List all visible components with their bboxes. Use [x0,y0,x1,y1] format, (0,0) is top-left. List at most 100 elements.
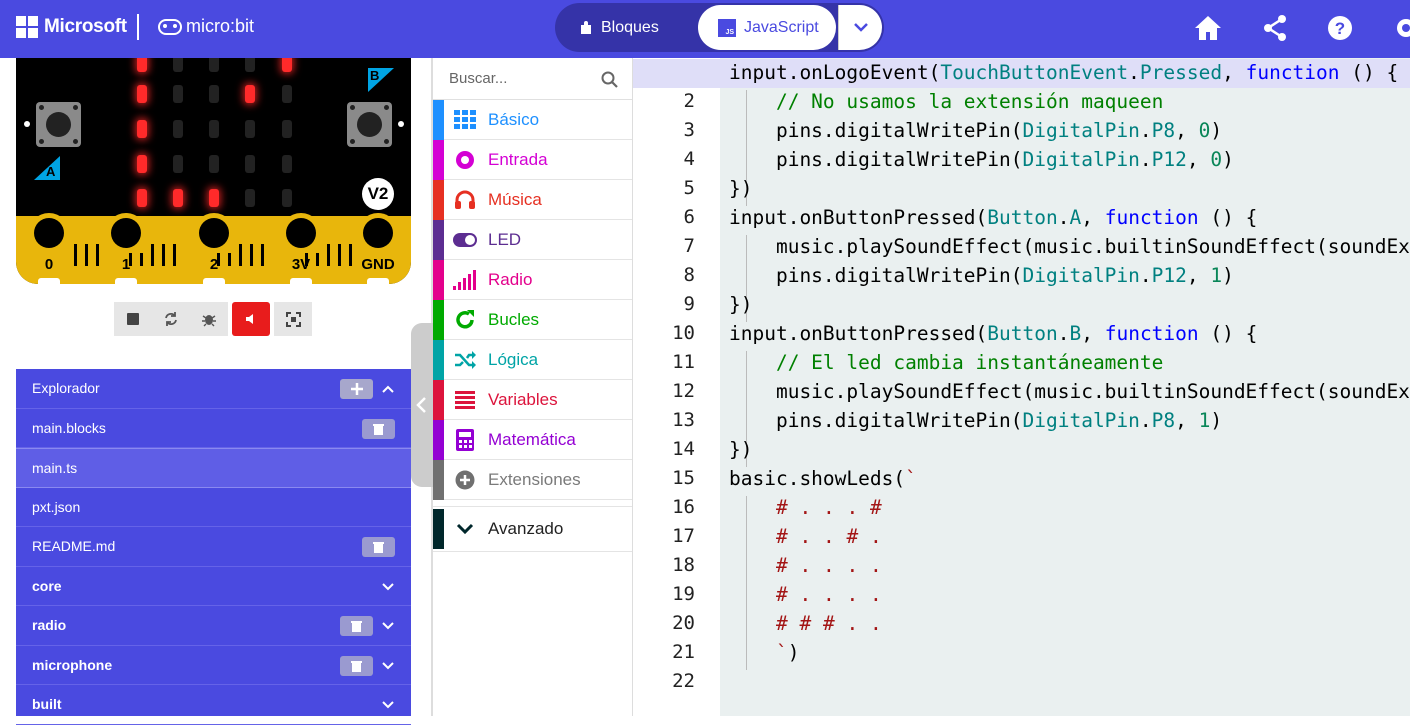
package-microphone[interactable]: microphone [16,646,411,685]
edge-strip [173,244,176,266]
share-button[interactable] [1259,12,1291,44]
puzzle-icon [581,20,591,34]
file-pxt-json[interactable]: pxt.json [16,488,411,527]
category-entrada[interactable]: Entrada [433,139,632,180]
code-line[interactable]: music.playSoundEffect(music.builtinSound… [729,235,1410,258]
code-line[interactable]: pins.digitalWritePin(DigitalPin.P12, 0) [729,148,1234,171]
edge-strip [327,244,330,266]
code-line[interactable]: }) [729,438,752,461]
button-a[interactable] [36,102,81,147]
explorer-header[interactable]: Explorador [16,369,411,409]
edge-strip [338,244,341,266]
microbit-logo[interactable]: micro:bit [158,16,254,37]
microsoft-logo[interactable]: Microsoft [16,16,127,38]
gear-icon [1397,19,1410,37]
add-file-button[interactable] [340,379,373,399]
pin-gnd[interactable] [357,213,399,253]
code-line[interactable]: # . . # . [729,525,882,548]
code-line[interactable]: `) [729,641,800,664]
code-line[interactable]: pins.digitalWritePin(DigitalPin.P8, 1) [729,409,1222,432]
category-led[interactable]: LED [433,219,632,260]
category-label: Variables [488,389,558,409]
code-line[interactable]: input.onButtonPressed(Button.B, function… [729,322,1257,345]
toolbox-search-input[interactable]: Buscar... [433,58,632,100]
simulator-toolbar [114,302,312,336]
category-radio[interactable]: Radio [433,259,632,300]
fullscreen-button[interactable] [274,302,312,336]
version-badge: V2 [362,178,394,210]
explorer-title: Explorador [32,380,100,397]
code-line[interactable]: # # # . . [729,612,882,635]
line-number: 3 [683,119,695,141]
line-number: 14 [672,438,695,460]
code-line[interactable]: # . . . # [729,496,882,519]
microbit-simulator[interactable]: A B V2 0 1 2 3V GND [16,58,411,284]
expand-package-button[interactable] [380,658,396,674]
code-line[interactable]: }) [729,293,752,316]
line-number: 11 [672,351,695,373]
code-line[interactable]: # . . . . [729,583,882,606]
file-main-blocks[interactable]: main.blocks [16,409,411,448]
delete-file-button[interactable] [362,418,395,439]
pin-1[interactable] [105,213,147,253]
bug-icon [202,315,216,327]
code-line[interactable]: // No usamos la extensión maqueen [729,90,1163,113]
help-button[interactable]: ? [1324,12,1356,44]
category-lógica[interactable]: Lógica [433,339,632,380]
code-line[interactable]: # . . . . [729,554,882,577]
button-b[interactable] [347,102,392,147]
led-on [245,85,255,103]
home-button[interactable] [1192,12,1224,44]
remove-package-button[interactable] [340,655,373,676]
file-main-ts[interactable]: main.ts [16,448,411,488]
debug-button[interactable] [190,302,228,336]
mute-button[interactable] [232,302,270,336]
expand-package-button[interactable] [380,618,396,634]
category-matemática[interactable]: Matemática [433,419,632,460]
category-variables[interactable]: Variables [433,379,632,420]
code-editor[interactable]: 12345678910111213141516171819202122 inpu… [633,58,1410,716]
pin-3v[interactable] [280,213,322,253]
pin-0[interactable] [28,213,70,253]
category-básico[interactable]: Básico [433,99,632,140]
expand-package-button[interactable] [380,579,396,595]
code-line[interactable]: pins.digitalWritePin(DigitalPin.P12, 1) [729,264,1234,287]
category-música[interactable]: Música [433,179,632,220]
microsoft-grid-icon [16,16,38,38]
led-on [137,155,147,173]
package-core[interactable]: core [16,567,411,606]
delete-file-button[interactable] [362,537,395,557]
file-readme[interactable]: README.md [16,527,411,567]
code-line[interactable]: // El led cambia instantáneamente [729,351,1163,374]
led-on [282,58,292,72]
collapse-explorer-button[interactable] [380,381,396,397]
package-radio[interactable]: radio [16,606,411,646]
pin-2[interactable] [193,213,235,253]
share-icon [1264,15,1286,41]
line-number: 8 [683,264,695,286]
remove-package-button[interactable] [340,616,373,636]
package-built[interactable]: built [16,685,411,725]
category-extensiones[interactable]: Extensiones [433,459,632,500]
settings-button[interactable] [1390,12,1410,44]
expand-package-button[interactable] [380,697,396,713]
fullscreen-icon [285,311,301,327]
blocks-tab[interactable]: Bloques [579,3,659,52]
code-line[interactable]: input.onButtonPressed(Button.A, function… [729,206,1257,229]
line-number: 21 [672,641,695,663]
collapse-simulator-handle[interactable] [411,323,433,487]
category-bucles[interactable]: Bucles [433,299,632,340]
javascript-tab[interactable]: JS JavaScript [698,5,836,50]
edge-notch [290,278,312,284]
restart-button[interactable] [152,302,190,336]
stop-button[interactable] [114,302,152,336]
code-line[interactable]: }) [729,177,752,200]
led-on [137,85,147,103]
code-line[interactable]: music.playSoundEffect(music.builtinSound… [729,380,1410,403]
language-dropdown-button[interactable] [838,5,882,50]
code-line[interactable]: basic.showLeds(` [729,467,917,490]
category-avanzado[interactable]: Avanzado [433,506,632,552]
category-color-bar [433,139,444,180]
code-line[interactable]: pins.digitalWritePin(DigitalPin.P8, 0) [729,119,1222,142]
code-line[interactable]: input.onLogoEvent(TouchButtonEvent.Press… [729,61,1398,84]
